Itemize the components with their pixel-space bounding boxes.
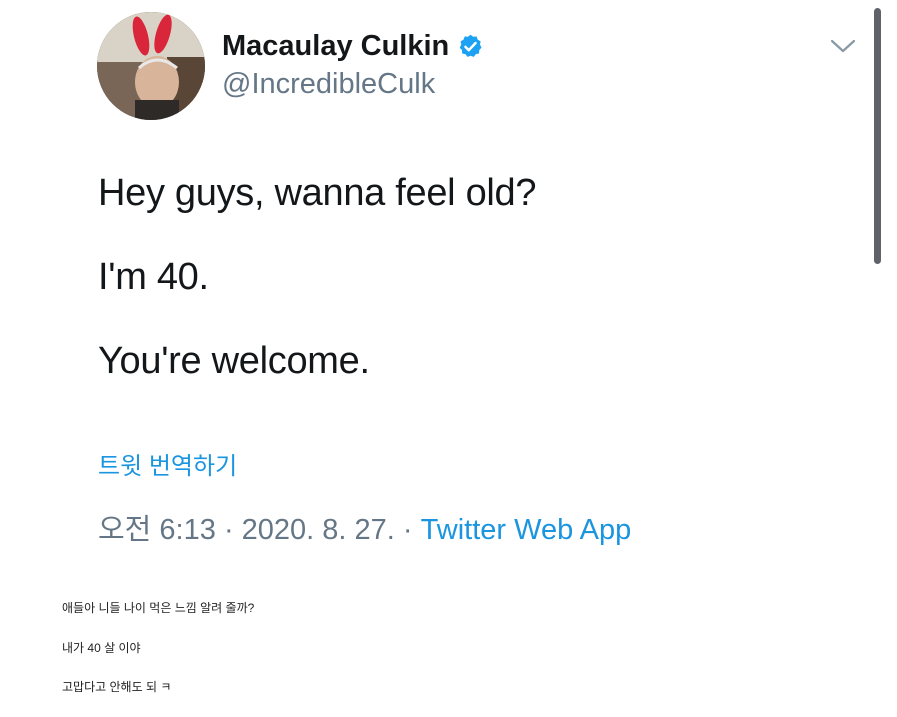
translate-tweet-link[interactable]: 트윗 번역하기 [98, 446, 237, 481]
author-name-text: Macaulay Culkin [222, 30, 450, 62]
scrollbar[interactable] [874, 8, 881, 264]
tweet-source-link[interactable]: Twitter Web App [421, 514, 632, 546]
tweet-meta: 오전 6:13 · 2020. 8. 27. · Twitter Web App [98, 506, 631, 548]
meta-separator: · [223, 514, 234, 546]
caption-line: 애들아 니들 나이 먹은 느낌 알려 줄까? [62, 601, 255, 615]
author-name[interactable]: Macaulay Culkin [222, 30, 484, 63]
tweet-text-line: I'm 40. [98, 256, 209, 298]
author-handle[interactable]: @IncredibleCulk [222, 68, 435, 101]
caption-line: 내가 40 살 이야 [62, 641, 141, 655]
tweet-date[interactable]: 2020. 8. 27. [242, 514, 395, 546]
verified-badge-icon [457, 33, 484, 60]
chevron-down-icon[interactable] [829, 36, 857, 56]
tweet-text-line: Hey guys, wanna feel old? [98, 172, 537, 214]
caption-line: 고맙다고 안해도 되 ㅋ [62, 680, 172, 694]
meta-separator: · [402, 514, 413, 546]
tweet-time[interactable]: 오전 6:13 [98, 514, 216, 546]
avatar[interactable] [97, 12, 205, 120]
tweet-text-line: You're welcome. [98, 340, 370, 382]
